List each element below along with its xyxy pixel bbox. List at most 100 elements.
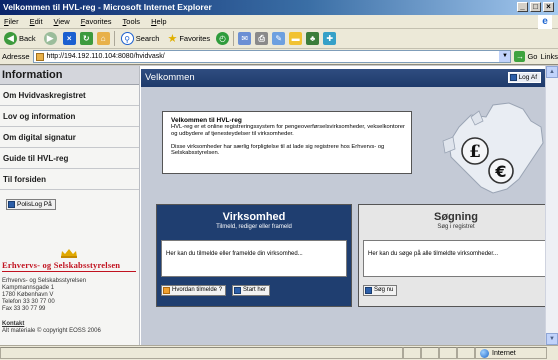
- address-line: Telefon 33 30 77 00: [2, 299, 55, 305]
- security-zone: Internet: [475, 347, 547, 359]
- address-line: Erhvervs- og Selskabsstyrelsen: [2, 278, 87, 284]
- address-input[interactable]: http://194.192.110.104:8080/hvidvask/ ▼: [32, 50, 512, 63]
- welcome-title: Velkommen til HVL-reg: [171, 117, 242, 124]
- virksomhed-description: Her kan du tilmelde eller framelde din v…: [161, 240, 347, 277]
- page-title: Velkommen: [145, 72, 195, 83]
- address-value: http://194.192.110.104:8080/hvidvask/: [46, 53, 165, 60]
- virksomhed-title: Virksomhed: [222, 211, 286, 223]
- sidebar-item-om-digital-signatur[interactable]: Om digital signatur: [0, 127, 139, 148]
- close-button[interactable]: ×: [543, 2, 554, 12]
- research-icon[interactable]: ✚: [323, 32, 337, 45]
- search-button[interactable]: ⚲ Search: [119, 31, 162, 47]
- login-label: PolisLog På: [17, 201, 52, 208]
- logout-icon: [509, 74, 517, 81]
- menu-favorites[interactable]: Favorites: [81, 17, 112, 26]
- sidebar-item-om-hvidvaskregistret[interactable]: Om Hvidvaskregistret: [0, 85, 139, 106]
- how-to-register-label: Hvordan tilmelde ?: [172, 287, 223, 293]
- go-arrow-icon: →: [514, 51, 526, 62]
- back-button[interactable]: ◀ Back: [2, 31, 38, 47]
- scroll-down-icon[interactable]: ▼: [546, 333, 558, 345]
- go-button[interactable]: → Go: [514, 51, 537, 62]
- address-line: Fax 33 30 77 99: [2, 306, 46, 312]
- refresh-icon[interactable]: ↻: [79, 32, 93, 45]
- print-icon[interactable]: ⎙: [255, 32, 269, 45]
- address-bar: Adresse http://194.192.110.104:8080/hvid…: [0, 49, 558, 65]
- organization-name: Erhvervs- og Selskabsstyrelsen: [2, 260, 121, 270]
- logout-button[interactable]: Log Af: [507, 72, 541, 83]
- search-now-label: Søg nu: [374, 287, 394, 293]
- euro-coin-icon: €: [488, 158, 514, 184]
- status-cell: [403, 347, 421, 359]
- zone-label: Internet: [492, 349, 516, 357]
- window-title: Velkommen til HVL-reg - Microsoft Intern…: [3, 2, 212, 12]
- start-icon: [234, 287, 242, 294]
- page-icon: [35, 52, 44, 61]
- login-icon: [8, 201, 15, 208]
- virksomhed-subtitle: Tilmeld, rediger eller frameld: [216, 224, 292, 230]
- links-label[interactable]: Links: [540, 52, 558, 61]
- start-here-button[interactable]: Start her: [232, 285, 271, 296]
- favorites-button[interactable]: ★ Favorites: [165, 31, 212, 47]
- toolbar-separator: [233, 31, 235, 46]
- sogning-subtitle: Søg i registret: [437, 224, 475, 230]
- pound-coin-icon: £: [461, 137, 489, 165]
- status-cell: [439, 347, 457, 359]
- globe-icon: [480, 348, 489, 358]
- sidebar-item-lov-og-information[interactable]: Lov og information: [0, 106, 139, 127]
- minimize-button[interactable]: _: [517, 2, 528, 12]
- edit-icon[interactable]: ✎: [272, 32, 286, 45]
- address-dropdown-icon[interactable]: ▼: [499, 51, 511, 62]
- search-label: Search: [135, 34, 160, 43]
- address-line: Kampmannsgade 1: [2, 285, 55, 291]
- welcome-paragraph-2: Disse virksomheder har særlig forpligtel…: [171, 143, 385, 157]
- sidebar: Information Om Hvidvaskregistret Lov og …: [0, 66, 140, 345]
- organization-divider: [2, 271, 136, 272]
- menu-file[interactable]: Filer: [4, 17, 19, 26]
- status-cell: [421, 347, 439, 359]
- maximize-button[interactable]: □: [530, 2, 541, 12]
- window-title-bar: Velkommen til HVL-reg - Microsoft Intern…: [0, 0, 558, 15]
- menu-tools[interactable]: Tools: [123, 17, 141, 26]
- sogning-description: Her kan du søge på alle tilmeldte virkso…: [363, 240, 549, 277]
- search-now-icon: [365, 287, 372, 294]
- go-label: Go: [527, 52, 538, 61]
- virksomhed-card: Virksomhed Tilmeld, rediger eller framel…: [156, 204, 352, 307]
- login-button[interactable]: PolisLog På: [6, 199, 56, 210]
- svg-text:£: £: [469, 142, 481, 162]
- how-to-register-button[interactable]: Hvordan tilmelde ?: [161, 285, 227, 296]
- scroll-up-icon[interactable]: ▲: [546, 66, 558, 78]
- menu-edit[interactable]: Edit: [30, 17, 43, 26]
- back-label: Back: [19, 34, 36, 43]
- folder-icon[interactable]: ▬: [289, 32, 303, 45]
- back-arrow-icon: ◀: [4, 32, 17, 45]
- toolbar-separator: [113, 31, 115, 46]
- menu-help[interactable]: Help: [151, 17, 166, 26]
- search-now-button[interactable]: Søg nu: [363, 285, 398, 296]
- start-here-label: Start her: [243, 287, 267, 293]
- sogning-card: Søgning Søg i registret Her kan du søge …: [358, 204, 554, 307]
- sidebar-item-guide[interactable]: Guide til HVL-reg: [0, 148, 139, 169]
- search-icon: ⚲: [120, 32, 134, 45]
- stop-icon[interactable]: ×: [62, 32, 76, 45]
- home-icon[interactable]: ⌂: [96, 32, 110, 45]
- address-label: Adresse: [2, 52, 30, 61]
- favorites-label: Favorites: [179, 34, 211, 43]
- europe-map-illustration: £ €: [442, 102, 544, 194]
- help-icon: [163, 287, 170, 294]
- status-bar: Internet: [0, 345, 558, 360]
- windows-logo-icon: e: [538, 15, 552, 29]
- messenger-icon[interactable]: ♣: [306, 32, 320, 45]
- menu-view[interactable]: View: [54, 17, 70, 26]
- history-icon[interactable]: ◴: [216, 32, 230, 45]
- standard-toolbar: ◀ Back ▶ × ↻ ⌂ ⚲ Search ★ Favorites ◴ ✉ …: [0, 29, 558, 49]
- sidebar-header: Information: [0, 66, 139, 85]
- crown-logo-icon: [61, 249, 77, 258]
- forward-button[interactable]: ▶: [42, 31, 59, 47]
- mail-icon[interactable]: ✉: [238, 32, 252, 45]
- menu-bar: Filer Edit View Favorites Tools Help: [0, 15, 558, 29]
- sidebar-item-til-forsiden[interactable]: Til forsiden: [0, 169, 139, 190]
- vertical-scrollbar[interactable]: ▲ ▼: [545, 66, 558, 345]
- copyright-text: Alt materiale © copyright EOSS 2006: [2, 328, 101, 334]
- address-line: 1780 København V: [2, 292, 54, 298]
- contact-link[interactable]: Kontakt: [2, 321, 24, 327]
